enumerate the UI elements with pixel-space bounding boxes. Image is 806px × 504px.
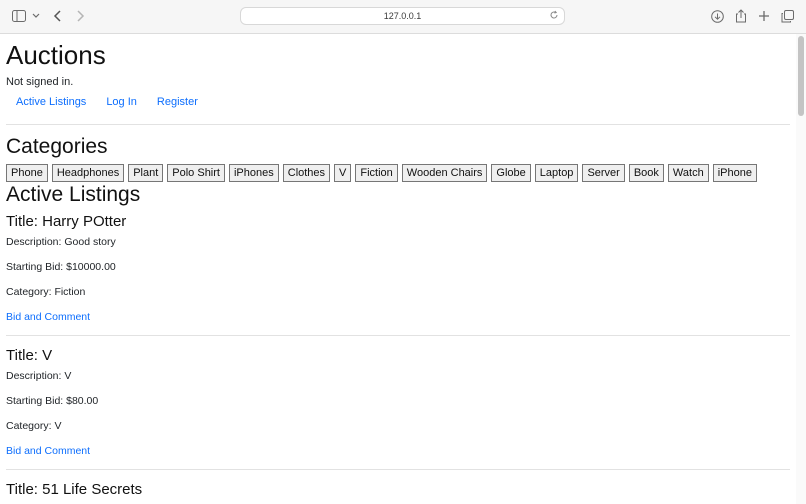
listing-divider xyxy=(6,469,790,470)
listing-title: Title: Harry POtter xyxy=(6,213,127,230)
scrollbar-thumb[interactable] xyxy=(798,36,804,116)
tabs-overview-icon[interactable] xyxy=(781,8,794,24)
category-button[interactable]: iPhones xyxy=(228,164,279,182)
bid-and-comment-link[interactable]: Bid and Comment xyxy=(6,311,90,323)
sidebar-icon[interactable] xyxy=(12,8,26,24)
category-button[interactable]: Polo Shirt xyxy=(167,164,225,182)
listing-item: Title: V Description: V Starting Bid: $8… xyxy=(6,347,790,467)
address-bar[interactable]: 127.0.0.1 xyxy=(240,7,565,25)
forward-icon[interactable] xyxy=(75,8,85,24)
download-icon[interactable] xyxy=(711,8,724,24)
category-button[interactable]: Fiction xyxy=(355,164,398,182)
category-button[interactable]: Wooden Chairs xyxy=(401,164,488,182)
listing-description: Description: Good story xyxy=(6,236,116,248)
listing-title: Title: V xyxy=(6,347,53,364)
category-button[interactable]: Laptop xyxy=(534,164,579,182)
listing-item: Title: 51 Life Secrets xyxy=(6,481,790,503)
nav-log-in[interactable]: Log In xyxy=(106,96,137,108)
chevron-down-icon[interactable] xyxy=(32,8,40,24)
signin-status: Not signed in. xyxy=(6,76,74,88)
browser-toolbar: 127.0.0.1 xyxy=(0,0,806,34)
bid-and-comment-link[interactable]: Bid and Comment xyxy=(6,445,90,457)
category-button[interactable]: Watch xyxy=(667,164,709,182)
header-divider xyxy=(6,124,790,125)
category-list: Phone Headphones Plant Polo Shirt iPhone… xyxy=(6,164,757,182)
categories-heading: Categories xyxy=(6,135,108,158)
category-button[interactable]: Globe xyxy=(491,164,531,182)
listing-divider xyxy=(6,335,790,336)
category-button[interactable]: V xyxy=(334,164,352,182)
listing-title: Title: 51 Life Secrets xyxy=(6,481,143,498)
nav-register[interactable]: Register xyxy=(157,96,198,108)
category-button[interactable]: Book xyxy=(628,164,664,182)
back-icon[interactable] xyxy=(53,8,63,24)
category-button[interactable]: iPhone xyxy=(712,164,757,182)
category-button[interactable]: Clothes xyxy=(282,164,331,182)
reload-icon[interactable] xyxy=(549,10,559,22)
category-button[interactable]: Plant xyxy=(128,164,164,182)
new-tab-icon[interactable] xyxy=(758,8,770,24)
main-nav: Active Listings Log In Register xyxy=(16,96,218,108)
listing-description: Description: V xyxy=(6,370,72,382)
listing-starting-bid: Starting Bid: $10000.00 xyxy=(6,261,116,273)
share-icon[interactable] xyxy=(735,8,747,24)
listing-category: Category: Fiction xyxy=(6,286,86,298)
listing-category: Category: V xyxy=(6,420,62,432)
listing-starting-bid: Starting Bid: $80.00 xyxy=(6,395,99,407)
active-listings-heading: Active Listings xyxy=(6,183,141,206)
category-button[interactable]: Phone xyxy=(6,164,48,182)
listing-item: Title: Harry POtter Description: Good st… xyxy=(6,213,790,333)
category-button[interactable]: Headphones xyxy=(51,164,125,182)
category-button[interactable]: Server xyxy=(582,164,625,182)
page-title: Auctions xyxy=(6,40,106,70)
nav-active-listings[interactable]: Active Listings xyxy=(16,96,86,108)
url-text: 127.0.0.1 xyxy=(383,11,422,21)
